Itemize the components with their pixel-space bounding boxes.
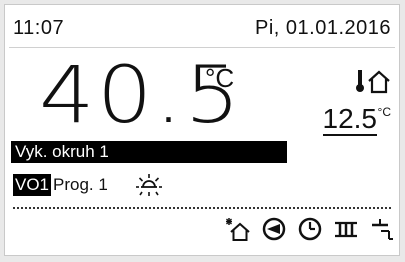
thermometer-house-icon — [356, 70, 390, 94]
circulation-pump-icon[interactable] — [261, 216, 287, 242]
display-screen: 11:07 Pi, 01.01.2016 40.5 °C 12.5 °C Vyk… — [4, 4, 400, 256]
date-display: Pi, 01.01.2016 — [255, 17, 391, 39]
vacation-house-icon[interactable] — [225, 216, 251, 242]
sun-icon — [136, 174, 162, 196]
outdoor-temperature-unit: °C — [377, 105, 391, 119]
flow-temperature-unit: °C — [205, 63, 235, 93]
clock-icon[interactable] — [297, 216, 323, 242]
header-divider — [9, 47, 395, 48]
section-divider — [13, 207, 391, 209]
shower-icon[interactable] — [369, 216, 395, 242]
clock-time: 11:07 — [13, 17, 65, 39]
heating-circuit-selector[interactable]: Vyk. okruh 1 — [11, 141, 287, 163]
circuit-badge: VO1 — [13, 174, 52, 196]
outdoor-temperature: 12.5 — [322, 103, 377, 136]
status-icon-bar — [225, 215, 395, 243]
program-label: Prog. 1 — [53, 175, 108, 194]
radiator-icon[interactable] — [333, 216, 359, 242]
